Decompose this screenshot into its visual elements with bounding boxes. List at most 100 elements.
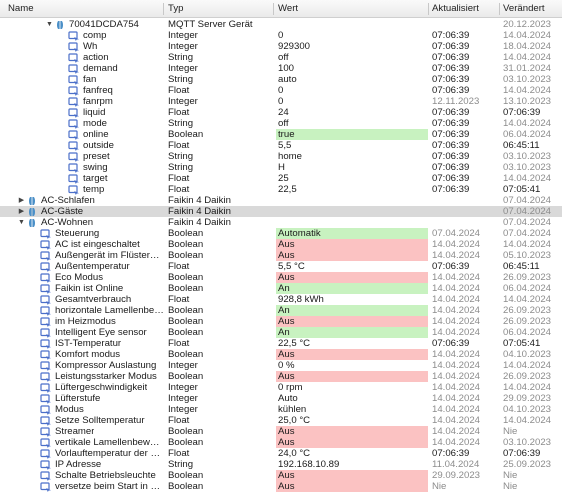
table-row[interactable]: Lüftergeschwindigkeit Integer 0 rpm 14.04.2…	[0, 382, 562, 393]
row-value[interactable]: 25	[276, 173, 428, 184]
table-row[interactable]: preset String home 07:06:39 03.10.2023	[0, 151, 562, 162]
row-value[interactable]: Aus	[276, 371, 428, 382]
row-value[interactable]: 0 %	[276, 360, 428, 371]
table-row[interactable]: fan String auto 07:06:39 03.10.2023	[0, 74, 562, 85]
row-value[interactable]: 0 rpm	[276, 382, 428, 393]
expand-chevron-icon[interactable]: ▶	[17, 195, 26, 206]
table-row[interactable]: AC ist eingeschaltet Boolean Aus 14.04.2024…	[0, 239, 562, 250]
row-value[interactable]: 100	[276, 63, 428, 74]
table-row[interactable]: comp Integer 0 07:06:39 14.04.2024	[0, 30, 562, 41]
row-value[interactable]: auto	[276, 74, 428, 85]
row-value[interactable]: 5,5 °C	[276, 261, 428, 272]
row-value[interactable]	[276, 195, 428, 206]
table-row[interactable]: fanrpm Integer 0 12.11.2023 13.10.2023	[0, 96, 562, 107]
row-value[interactable]: Aus	[276, 481, 428, 492]
table-row[interactable]: ▶ AC-Gäste Faikin 4 Daikin 07.04.2024	[0, 206, 562, 217]
row-name-cell: target	[68, 173, 164, 184]
table-row[interactable]: online Boolean true 07:06:39 06.04.2024	[0, 129, 562, 140]
row-value[interactable]: 192.168.10.89	[276, 459, 428, 470]
table-row[interactable]: Außentemperatur Float 5,5 °C 07:06:39 06:45:…	[0, 261, 562, 272]
table-row[interactable]: vertikale Lamellenbewegung Boolean Aus 14.0…	[0, 437, 562, 448]
table-row[interactable]: Steuerung Boolean Automatik 07.04.2024 07.04…	[0, 228, 562, 239]
row-value[interactable]: Aus	[276, 272, 428, 283]
table-row[interactable]: mode String off 07:06:39 14.04.2024	[0, 118, 562, 129]
column-header-type[interactable]: Typ	[168, 0, 183, 18]
table-row[interactable]: Kompressor Auslastung Integer 0 % 14.04.202…	[0, 360, 562, 371]
row-value[interactable]: Aus	[276, 239, 428, 250]
row-value[interactable]: An	[276, 283, 428, 294]
table-row[interactable]: versetze beim Start in den Standby Boolea…	[0, 481, 562, 492]
row-value[interactable]: Automatik	[276, 228, 428, 239]
row-value[interactable]: 928,8 kWh	[276, 294, 428, 305]
row-value[interactable]: An	[276, 327, 428, 338]
row-value[interactable]: off	[276, 118, 428, 129]
table-row[interactable]: Leistungsstarker Modus Boolean Aus 14.04.20…	[0, 371, 562, 382]
table-row[interactable]: swing String H 07:06:39 03.10.2023	[0, 162, 562, 173]
row-value[interactable]: 22,5 °C	[276, 338, 428, 349]
row-value[interactable]: home	[276, 151, 428, 162]
column-header-updated[interactable]: Aktualisiert	[432, 0, 479, 18]
table-row[interactable]: temp Float 22,5 07:06:39 07:05:41	[0, 184, 562, 195]
row-value[interactable]: 0	[276, 85, 428, 96]
table-row[interactable]: Komfort modus Boolean Aus 14.04.2024 04.10.2…	[0, 349, 562, 360]
row-value[interactable]: kühlen	[276, 404, 428, 415]
column-divider[interactable]	[428, 3, 429, 15]
row-value[interactable]	[276, 206, 428, 217]
table-row[interactable]: horizontale Lamellenbewegung Boolean An 14.…	[0, 305, 562, 316]
table-row[interactable]: outside Float 5,5 07:06:39 06:45:11	[0, 140, 562, 151]
collapse-chevron-icon[interactable]: ▼	[17, 217, 26, 228]
table-row[interactable]: Wh Integer 929300 07:06:39 18.04.2024	[0, 41, 562, 52]
row-value[interactable]	[276, 217, 428, 228]
table-row[interactable]: ▼ AC-Wohnen Faikin 4 Daikin 07.04.2024	[0, 217, 562, 228]
row-value[interactable]: H	[276, 162, 428, 173]
table-row[interactable]: target Float 25 07:06:39 14.04.2024	[0, 173, 562, 184]
column-divider[interactable]	[273, 3, 274, 15]
row-value[interactable]: 24,0 °C	[276, 448, 428, 459]
table-row[interactable]: ▶ AC-Schlafen Faikin 4 Daikin 07.04.2024	[0, 195, 562, 206]
row-value[interactable]: 5,5	[276, 140, 428, 151]
row-value[interactable]: Aus	[276, 470, 428, 481]
column-divider[interactable]	[499, 3, 500, 15]
row-value[interactable]: 24	[276, 107, 428, 118]
collapse-chevron-icon[interactable]: ▼	[45, 19, 54, 30]
table-row[interactable]: Gesamtverbrauch Float 928,8 kWh 14.04.2024 1…	[0, 294, 562, 305]
table-row[interactable]: Intelligent Eye sensor Boolean An 14.04.202…	[0, 327, 562, 338]
table-row[interactable]: Setze Solltemperatur Float 25,0 °C 14.04.20…	[0, 415, 562, 426]
table-row[interactable]: Modus Integer kühlen 14.04.2024 04.10.2023	[0, 404, 562, 415]
row-value[interactable]: Aus	[276, 426, 428, 437]
table-row[interactable]: fanfreq Float 0 07:06:39 14.04.2024	[0, 85, 562, 96]
table-row[interactable]: IST-Temperatur Float 22,5 °C 07:06:39 07:05:…	[0, 338, 562, 349]
table-row[interactable]: Faikin ist Online Boolean An 14.04.2024 06.0…	[0, 283, 562, 294]
row-value[interactable]: true	[276, 129, 428, 140]
column-header-value[interactable]: Wert	[278, 0, 298, 18]
row-value[interactable]: Aus	[276, 316, 428, 327]
table-row[interactable]: im Heizmodus Boolean Aus 14.04.2024 26.09.20…	[0, 316, 562, 327]
row-value[interactable]: 0	[276, 30, 428, 41]
table-row[interactable]: Streamer Boolean Aus 14.04.2024 Nie	[0, 426, 562, 437]
column-header-changed[interactable]: Verändert	[503, 0, 545, 18]
table-row[interactable]: ▼ 70041DCDA754 MQTT Server Gerät 20.12.2023	[0, 19, 562, 30]
row-value[interactable]: Aus	[276, 250, 428, 261]
row-value[interactable]: An	[276, 305, 428, 316]
row-value[interactable]: 0	[276, 96, 428, 107]
row-value[interactable]: Aus	[276, 349, 428, 360]
column-divider[interactable]	[163, 3, 164, 15]
table-row[interactable]: IP Adresse String 192.168.10.89 11.04.2024 2…	[0, 459, 562, 470]
row-value[interactable]: Aus	[276, 437, 428, 448]
table-row[interactable]: Schalte Betriebsleuchte Boolean Aus 29.09.2…	[0, 470, 562, 481]
table-row[interactable]: demand Integer 100 07:06:39 31.01.2024	[0, 63, 562, 74]
table-row[interactable]: Außengerät im Flüsterbetrieb Boolean Aus 14…	[0, 250, 562, 261]
table-row[interactable]: liquid Float 24 07:06:39 07:06:39	[0, 107, 562, 118]
row-value[interactable]: off	[276, 52, 428, 63]
table-row[interactable]: Vorlauftemperatur der Flüssigkeit Float 24…	[0, 448, 562, 459]
row-value[interactable]: 929300	[276, 41, 428, 52]
table-row[interactable]: action String off 07:06:39 14.04.2024	[0, 52, 562, 63]
row-value[interactable]: 22,5	[276, 184, 428, 195]
row-value[interactable]	[276, 19, 428, 30]
table-row[interactable]: Eco Modus Boolean Aus 14.04.2024 26.09.2023	[0, 272, 562, 283]
row-value[interactable]: Auto	[276, 393, 428, 404]
table-row[interactable]: Lüfterstufe Integer Auto 14.04.2024 29.09.20…	[0, 393, 562, 404]
row-value[interactable]: 25,0 °C	[276, 415, 428, 426]
column-header-name[interactable]: Name	[8, 0, 34, 18]
expand-chevron-icon[interactable]: ▶	[17, 206, 26, 217]
